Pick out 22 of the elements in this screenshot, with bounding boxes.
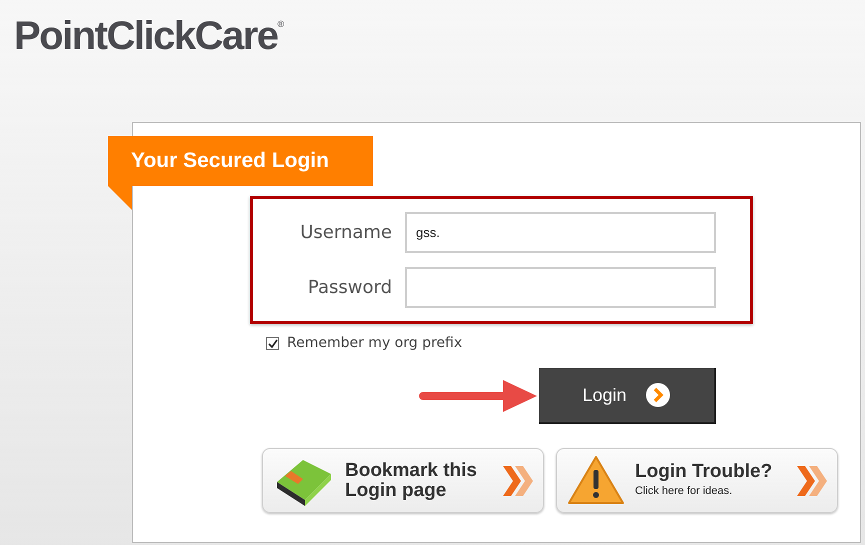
registered-mark: ®	[278, 18, 284, 29]
password-field[interactable]	[405, 267, 716, 308]
bookmark-button[interactable]: Bookmark this Login page	[262, 448, 544, 513]
field-label: Password	[308, 276, 392, 300]
check-icon	[268, 338, 278, 348]
logo: PointClickCare	[14, 13, 278, 60]
link-subtitle: Click here for ideas.	[635, 484, 734, 500]
login-title: Your Secured Login	[108, 136, 373, 186]
login-trouble-button[interactable]: Login Trouble? Click here for ideas.	[556, 448, 838, 513]
remember-checkbox[interactable]	[266, 337, 279, 350]
link-title: Login Trouble?	[635, 461, 774, 484]
link-text: Bookmark this	[345, 460, 478, 480]
chevrons-icon	[795, 464, 827, 498]
warning-icon	[567, 454, 625, 506]
field-label: Username	[300, 221, 392, 245]
login-button[interactable]: Login	[539, 368, 716, 424]
link-text: Login page	[345, 480, 448, 500]
chevron-circle-icon	[644, 382, 671, 408]
username-field[interactable]: gss.	[405, 212, 716, 253]
ribbon-fold	[108, 186, 132, 210]
remember-label: Remember my org prefix	[287, 334, 462, 353]
chevrons-icon	[501, 464, 533, 498]
